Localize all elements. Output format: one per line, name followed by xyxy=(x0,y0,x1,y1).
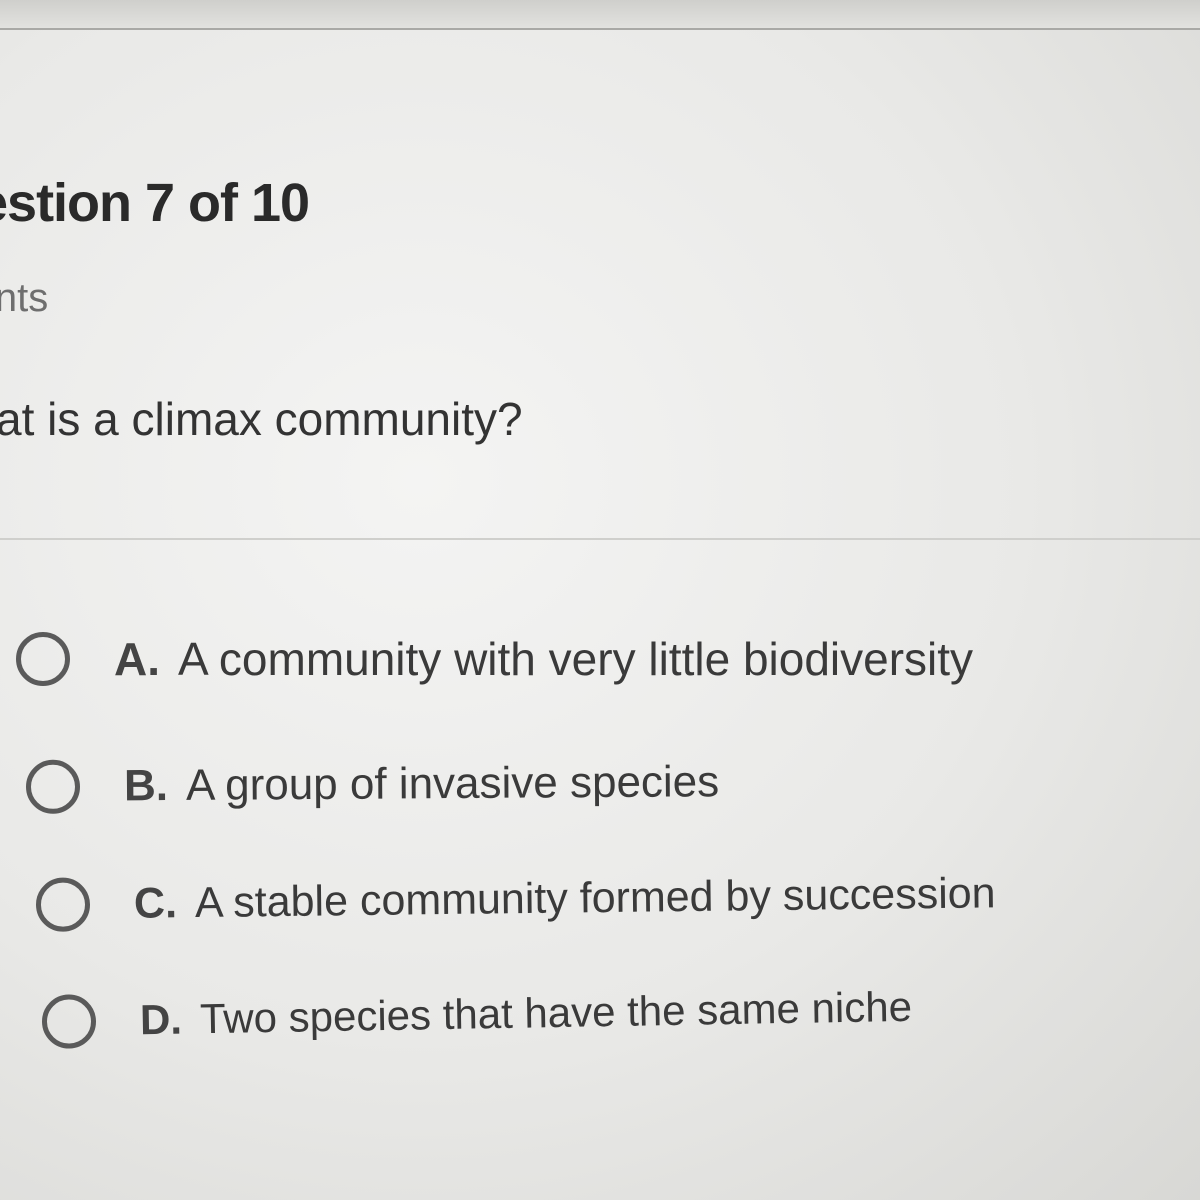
answer-option-d[interactable]: D. Two species that have the same niche xyxy=(41,980,913,1049)
answer-option-a[interactable]: A. A community with very little biodiver… xyxy=(16,632,973,686)
radio-button-d[interactable] xyxy=(41,994,97,1049)
answer-text-b: A group of invasive species xyxy=(185,757,720,810)
answer-text-d: Two species that have the same niche xyxy=(199,982,913,1043)
answer-list: A. A community with very little biodiver… xyxy=(0,0,1200,1200)
answer-letter-a: A. xyxy=(114,633,160,685)
answer-letter-c: C. xyxy=(133,878,178,928)
answer-letter-d: D. xyxy=(139,995,183,1044)
answer-text-c: A stable community formed by succession xyxy=(194,868,996,927)
answer-letter-b: B. xyxy=(123,761,169,811)
answer-option-b[interactable]: B. A group of invasive species xyxy=(25,755,720,814)
radio-button-c[interactable] xyxy=(35,877,91,932)
radio-button-a[interactable] xyxy=(16,632,70,686)
answer-option-c[interactable]: C. A stable community formed by successi… xyxy=(35,866,996,932)
radio-button-b[interactable] xyxy=(25,759,81,814)
answer-text-a: A community with very little biodiversit… xyxy=(178,633,974,685)
